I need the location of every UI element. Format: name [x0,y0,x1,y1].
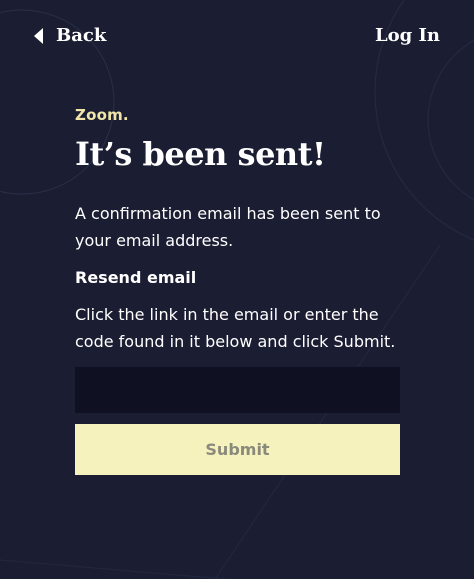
back-label: Back [56,25,107,46]
instructions-text: Click the link in the email or enter the… [75,305,396,351]
main-content: Zoom. It’s been sent! A confirmation ema… [75,104,400,475]
confirmation-page: Back Log In Zoom. It’s been sent! A conf… [0,0,474,579]
brand-name: Zoom. [75,106,129,124]
top-navigation: Back Log In [0,0,474,72]
login-link[interactable]: Log In [375,24,440,48]
submit-button[interactable]: Submit [75,424,400,475]
triangle-left-icon [34,28,43,44]
code-input[interactable] [75,367,400,413]
confirmation-message: A confirmation email has been sent to yo… [75,204,381,250]
back-link[interactable]: Back [34,24,106,48]
resend-email-heading: Resend email [75,268,197,287]
page-title: It’s been sent! [75,135,326,173]
